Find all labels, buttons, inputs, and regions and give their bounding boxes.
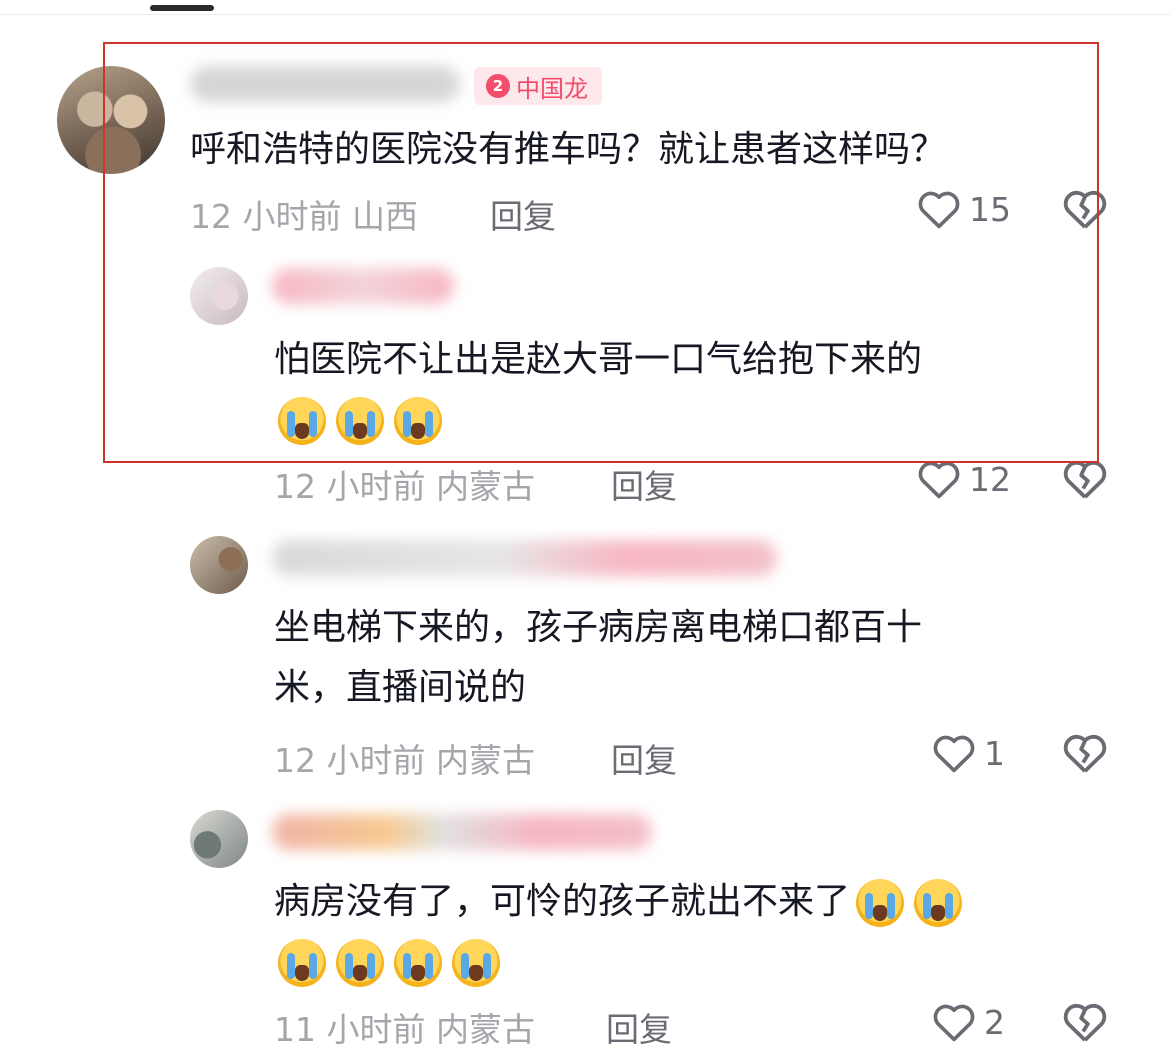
comment-meta: 12 小时前 内蒙古: [274, 734, 535, 782]
avatar[interactable]: [190, 536, 248, 594]
emoji-row: [278, 934, 510, 990]
avatar[interactable]: [190, 810, 248, 868]
reply-button[interactable]: 回复: [611, 460, 677, 508]
crying-face-emoji: [336, 939, 384, 987]
like-button[interactable]: 12: [917, 458, 1011, 500]
top-divider: [0, 14, 1170, 15]
crying-face-emoji: [394, 939, 442, 987]
crying-face-emoji: [452, 939, 500, 987]
crying-face-emoji: [856, 879, 905, 927]
broken-heart-icon: [1063, 460, 1107, 499]
crying-face-emoji: [914, 879, 963, 927]
comment-meta: 11 小时前 内蒙古: [274, 1003, 535, 1051]
crying-face-emoji: [278, 939, 326, 987]
comment-meta: 12 小时前 内蒙古: [274, 460, 535, 508]
reply-button[interactable]: 回复: [606, 1003, 672, 1051]
dislike-button[interactable]: [1062, 458, 1108, 504]
like-count: 12: [969, 459, 1011, 499]
dislike-button[interactable]: [1062, 1001, 1108, 1047]
heart-outline-icon: [918, 461, 960, 499]
dislike-button[interactable]: [1062, 732, 1108, 778]
username-blurred[interactable]: [272, 814, 652, 850]
broken-heart-icon: [1063, 734, 1107, 773]
comment-text: 病房没有了，可怜的孩子就出不来了: [274, 874, 972, 930]
comment-location: 内蒙古: [435, 741, 535, 780]
comment-time: 11 小时前: [274, 1010, 426, 1049]
heart-outline-icon: [933, 1004, 975, 1042]
comment-text-line: 坐电梯下来的，孩子病房离电梯口都百十: [274, 607, 923, 648]
heart-outline-icon: [933, 735, 975, 773]
comment-time: 12 小时前: [274, 467, 426, 506]
broken-heart-icon: [1063, 1003, 1107, 1042]
like-button[interactable]: 2: [932, 1001, 1005, 1043]
comment-location: 内蒙古: [435, 1010, 535, 1049]
like-count: 1: [984, 733, 1005, 773]
comment-text-line: 米，直播间说的: [274, 667, 527, 708]
active-tab-indicator: [150, 5, 214, 11]
highlight-box: [103, 42, 1099, 463]
like-count: 2: [984, 1002, 1005, 1042]
comment-location: 内蒙古: [435, 467, 535, 506]
comment-text-line: 病房没有了，可怜的孩子就出不来了: [274, 881, 851, 922]
comment-time: 12 小时前: [274, 741, 426, 780]
username-blurred[interactable]: [272, 540, 777, 576]
like-button[interactable]: 1: [932, 732, 1005, 774]
reply-button[interactable]: 回复: [611, 734, 677, 782]
